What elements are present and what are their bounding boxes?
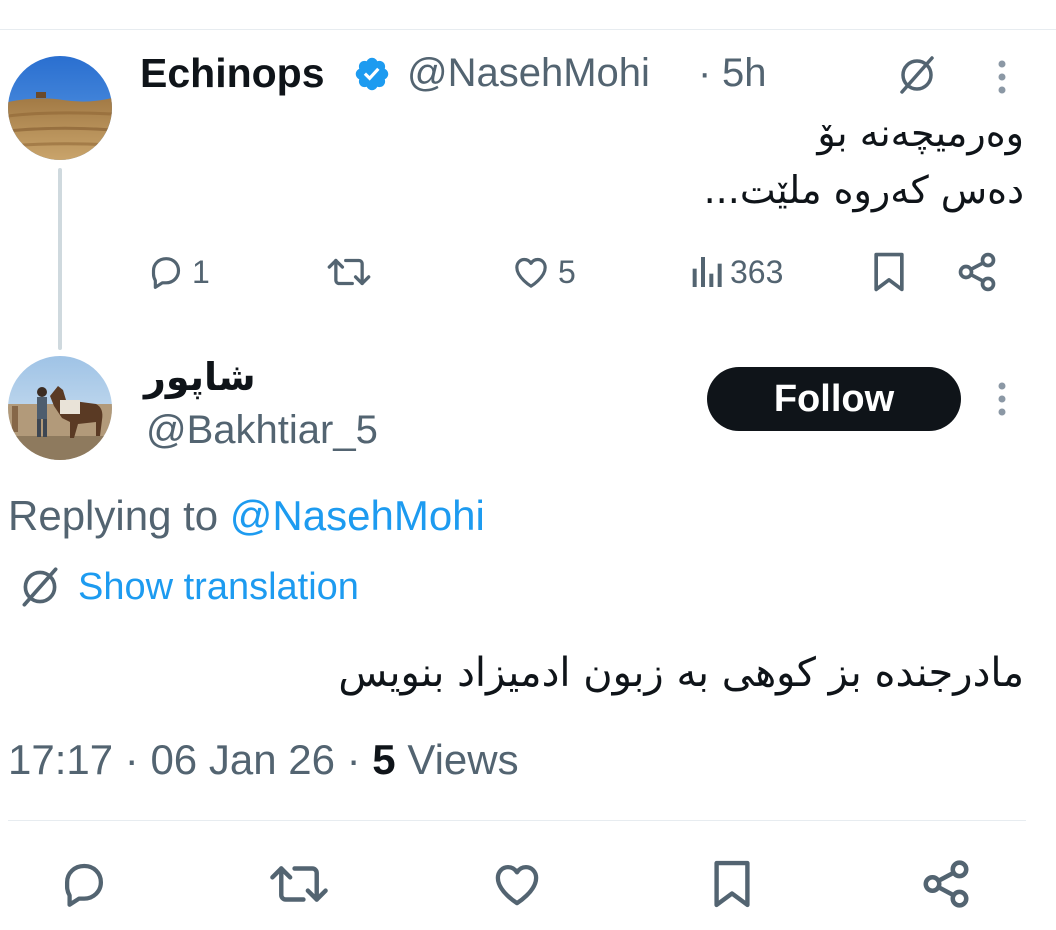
thread-connector-line [58, 168, 62, 350]
bookmark-icon [714, 860, 750, 908]
tweet-text-line-2: دەس کەروە ملێت... [703, 168, 1024, 212]
bottom-share-button[interactable] [918, 854, 974, 914]
reply-more-vertical-icon[interactable] [996, 380, 1008, 418]
reply-count: 1 [192, 253, 210, 290]
share-icon [923, 860, 969, 908]
reply-author-handle[interactable]: @Bakhtiar_5 [146, 408, 378, 453]
follow-button[interactable]: Follow [707, 367, 961, 431]
replying-to-line: Replying to @NasehMohi [8, 492, 485, 540]
translate-icon [22, 567, 58, 607]
retweet-icon [327, 258, 371, 286]
avatar-bakhtiar[interactable] [8, 356, 112, 460]
more-vertical-icon[interactable] [996, 58, 1008, 96]
author-name[interactable]: Echinops [140, 50, 325, 97]
meta-dot: · [124, 736, 139, 783]
replying-prefix: Replying to [8, 492, 219, 539]
retweet-action[interactable] [326, 252, 372, 292]
heart-icon [515, 257, 547, 288]
tweet-text-line-1: وەرمیچەنە بۆ [817, 111, 1024, 155]
bottom-retweet-button[interactable] [268, 856, 330, 912]
tweet-date[interactable]: 06 Jan 26 [150, 736, 335, 783]
tweet-meta-line: 17:17 · 06 Jan 26 · 5 Views [8, 736, 519, 784]
meta-dot: · [346, 736, 361, 783]
replying-handle-link[interactable]: @NasehMohi [230, 492, 485, 539]
bottom-reply-button[interactable] [56, 856, 112, 912]
bottom-divider [8, 820, 1026, 821]
reply-action[interactable]: 1 [146, 252, 210, 292]
like-action[interactable]: 5 [510, 252, 576, 292]
show-translation-row[interactable]: Show translation [16, 563, 359, 611]
reply-icon [151, 257, 181, 289]
meta-separator: · [698, 51, 712, 95]
retweet-icon [270, 866, 328, 902]
heart-icon [495, 864, 539, 906]
views-label: Views [407, 736, 519, 783]
like-count: 5 [558, 253, 576, 290]
author-handle[interactable]: @NasehMohi [407, 51, 650, 96]
reply-author-name[interactable]: شاپور [144, 355, 256, 399]
translate-icon[interactable] [894, 52, 940, 98]
reply-icon [64, 863, 104, 907]
tweet-time[interactable]: 5h [722, 51, 767, 96]
views-count: 363 [730, 253, 784, 290]
top-divider [0, 29, 1056, 30]
avatar-echinops[interactable] [8, 56, 112, 160]
tweet-timestamp[interactable]: 17:17 [8, 736, 113, 783]
bottom-bookmark-button[interactable] [708, 854, 756, 914]
views-chart-icon [692, 257, 722, 287]
share-icon[interactable] [955, 250, 999, 294]
verified-badge-icon [355, 57, 389, 91]
views-count-bold: 5 [372, 736, 396, 783]
reply-tweet-text: مادرجنده بز کوهی به زبون ادمیزاد بنویس [338, 650, 1024, 696]
bookmark-icon[interactable] [870, 250, 908, 294]
show-translation-link[interactable]: Show translation [78, 566, 359, 609]
views-action[interactable]: 363 [688, 252, 783, 292]
bottom-like-button[interactable] [488, 856, 546, 912]
